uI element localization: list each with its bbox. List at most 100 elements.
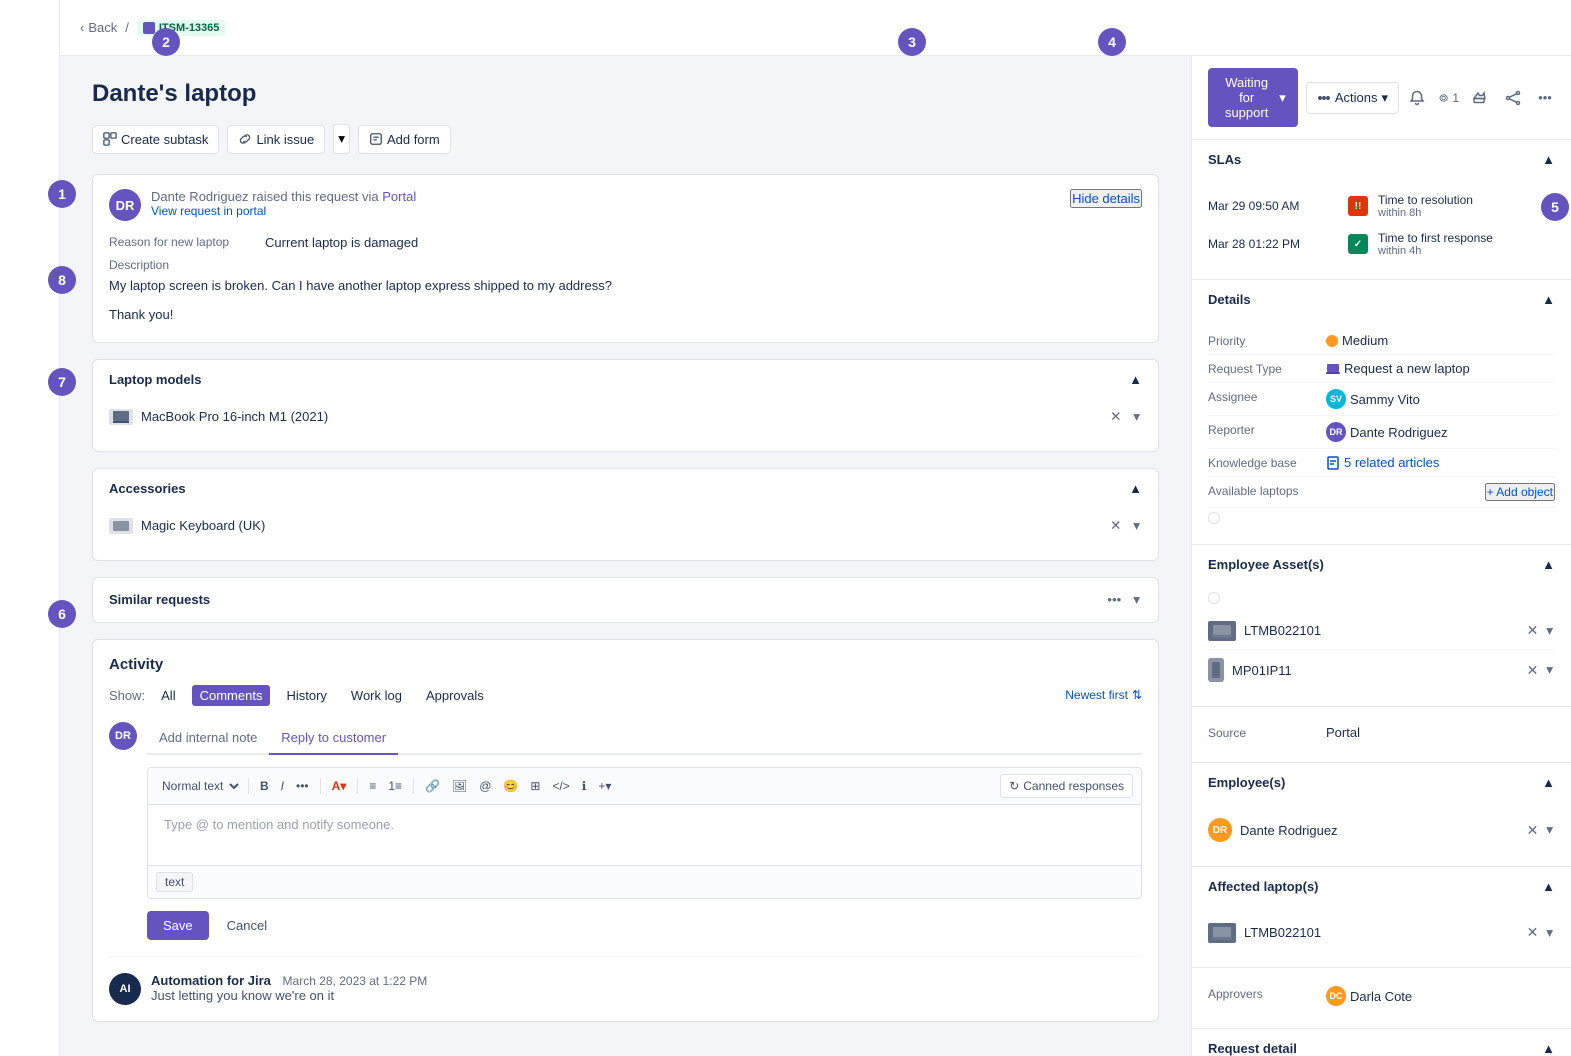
- info-button[interactable]: ℹ: [577, 776, 592, 796]
- hide-details-button[interactable]: Hide details: [1070, 189, 1142, 208]
- employees-section: Employee(s) ▲ DR Dante Rodriguez ✕ ▾: [1192, 763, 1571, 867]
- cancel-button[interactable]: Cancel: [217, 911, 277, 940]
- reason-row: Reason for new laptop Current laptop is …: [109, 235, 1142, 250]
- similar-requests-title: Similar requests: [109, 592, 210, 607]
- laptop-models-header[interactable]: Laptop models ▲: [93, 360, 1158, 399]
- like-icon[interactable]: [1471, 88, 1491, 108]
- create-subtask-button[interactable]: Create subtask: [92, 125, 219, 154]
- slas-section: SLAs ▲ Mar 29 09:50 AM !! Time to resolu…: [1192, 140, 1571, 280]
- affected-laptops-body: LTMB022101 ✕ ▾: [1192, 906, 1571, 967]
- sla-date-2: Mar 28 01:22 PM: [1208, 237, 1338, 251]
- code-button[interactable]: </>: [547, 776, 574, 796]
- available-laptops-key: Available laptops: [1208, 483, 1318, 498]
- employee-unlink-1[interactable]: ✕: [1525, 820, 1541, 841]
- laptop-models-title: Laptop models: [109, 372, 201, 387]
- asset-unlink-1[interactable]: ✕: [1525, 620, 1541, 641]
- employee-assets-header[interactable]: Employee Asset(s) ▲: [1192, 545, 1571, 584]
- link-issue-dropdown[interactable]: ▾: [333, 124, 350, 154]
- priority-row: Priority Medium: [1208, 327, 1555, 355]
- bell-icon[interactable]: [1407, 88, 1427, 108]
- step-1-indicator: 1: [48, 180, 76, 208]
- add-object-button[interactable]: + Add object: [1485, 483, 1555, 501]
- affected-laptop-expand-1[interactable]: ▾: [1544, 923, 1555, 943]
- assignee-name: Sammy Vito: [1350, 392, 1420, 407]
- source-val: Portal: [1326, 725, 1360, 740]
- emoji-button[interactable]: 😊: [498, 776, 523, 796]
- portal-link-inline[interactable]: Portal: [382, 189, 416, 204]
- request-detail-header[interactable]: Request detail ▲: [1192, 1029, 1571, 1056]
- similar-more-button[interactable]: •••: [1105, 590, 1123, 609]
- toolbar-sep-1: [248, 778, 249, 794]
- editor-footer-bar: text: [148, 865, 1141, 898]
- more-text-button[interactable]: •••: [291, 776, 314, 796]
- filter-all[interactable]: All: [153, 685, 183, 706]
- save-button[interactable]: Save: [147, 911, 209, 940]
- text-color-button[interactable]: A▾: [327, 776, 352, 796]
- italic-button[interactable]: I: [276, 776, 289, 796]
- link-issue-button[interactable]: Link issue: [227, 125, 325, 154]
- back-button[interactable]: ‹ Back: [80, 20, 117, 35]
- bold-button[interactable]: B: [255, 776, 274, 796]
- request-type-val: Request a new laptop: [1326, 361, 1470, 376]
- sla-info-2: Time to first response within 4h: [1378, 231, 1493, 257]
- knowledge-base-val[interactable]: 5 related articles: [1326, 455, 1439, 470]
- details-section: Details ▲ Priority Medium Request Ty: [1192, 280, 1571, 545]
- slas-header[interactable]: SLAs ▲: [1192, 140, 1571, 179]
- bullet-list-button[interactable]: ≡: [364, 776, 381, 796]
- similar-actions: ••• ▾: [1105, 590, 1142, 610]
- affected-laptop-actions-1: ✕ ▾: [1525, 922, 1555, 943]
- more-options-button[interactable]: +▾: [593, 776, 616, 796]
- accessory-unlink-button[interactable]: ✕: [1108, 516, 1123, 536]
- laptop-unlink-button[interactable]: ✕: [1108, 407, 1123, 427]
- filter-approvals[interactable]: Approvals: [418, 685, 492, 706]
- watch-icon[interactable]: 1: [1439, 88, 1459, 108]
- share-icon[interactable]: [1503, 88, 1523, 108]
- similar-expand-button[interactable]: ▾: [1131, 590, 1142, 610]
- filter-worklog[interactable]: Work log: [343, 685, 410, 706]
- employees-header[interactable]: Employee(s) ▲: [1192, 763, 1571, 802]
- asset-expand-2[interactable]: ▾: [1544, 660, 1555, 680]
- editor-area[interactable]: Type @ to mention and notify someone.: [148, 805, 1141, 865]
- status-button[interactable]: Waiting for support ▾: [1208, 68, 1298, 127]
- tab-internal-note[interactable]: Add internal note: [147, 722, 269, 755]
- link-button[interactable]: 🔗: [420, 776, 445, 796]
- reply-tabs: Add internal note Reply to customer: [147, 722, 1142, 755]
- filter-history[interactable]: History: [278, 685, 334, 706]
- activity-header: Activity: [109, 656, 1142, 673]
- filter-comments[interactable]: Comments: [192, 685, 271, 706]
- actions-label: Actions: [1335, 90, 1378, 105]
- table-button[interactable]: ⊞: [525, 776, 545, 796]
- accessories-header[interactable]: Accessories ▲: [93, 469, 1158, 508]
- accessory-item-info: Magic Keyboard (UK): [109, 518, 265, 534]
- asset-expand-1[interactable]: ▾: [1544, 621, 1555, 641]
- laptop-models-body: MacBook Pro 16-inch M1 (2021) ✕ ▾: [93, 399, 1158, 451]
- add-form-button[interactable]: Add form: [358, 125, 451, 154]
- asset-unlink-2[interactable]: ✕: [1525, 660, 1541, 681]
- laptop-expand-button[interactable]: ▾: [1131, 407, 1142, 427]
- accessory-expand-button[interactable]: ▾: [1131, 516, 1142, 536]
- create-subtask-label: Create subtask: [121, 132, 208, 147]
- sla-sub-1: within 8h: [1378, 207, 1473, 219]
- image-button[interactable]: 🖼: [447, 776, 472, 796]
- reporter-val: DR Dante Rodriguez: [1326, 422, 1448, 442]
- details-header[interactable]: Details ▲: [1192, 280, 1571, 319]
- more-icon[interactable]: •••: [1535, 88, 1555, 108]
- reporter-avatar: DR: [1326, 422, 1346, 442]
- employee-expand-1[interactable]: ▾: [1544, 820, 1555, 840]
- view-request-link[interactable]: View request in portal: [151, 204, 416, 218]
- text-style-select[interactable]: Normal text Heading 1 Heading 2: [156, 776, 242, 796]
- tab-reply-customer[interactable]: Reply to customer: [269, 722, 398, 755]
- laptop-item-actions: ✕ ▾: [1108, 407, 1142, 427]
- canned-responses-button[interactable]: ↻ Canned responses: [1000, 774, 1133, 798]
- affected-laptop-unlink-1[interactable]: ✕: [1525, 922, 1541, 943]
- newest-first-btn[interactable]: Newest first ⇅: [1065, 688, 1142, 702]
- show-label: Show:: [109, 688, 145, 703]
- actions-button[interactable]: Actions ▾: [1306, 82, 1399, 114]
- affected-laptops-header[interactable]: Affected laptop(s) ▲: [1192, 867, 1571, 906]
- toolbar-sep-3: [357, 778, 358, 794]
- numbered-list-button[interactable]: 1≡: [383, 776, 407, 796]
- watch-count: 1: [1452, 91, 1459, 105]
- page-title: Dante's laptop: [92, 80, 1159, 108]
- asset-name-2: MP01IP11: [1232, 663, 1292, 678]
- mention-button[interactable]: @: [474, 776, 496, 796]
